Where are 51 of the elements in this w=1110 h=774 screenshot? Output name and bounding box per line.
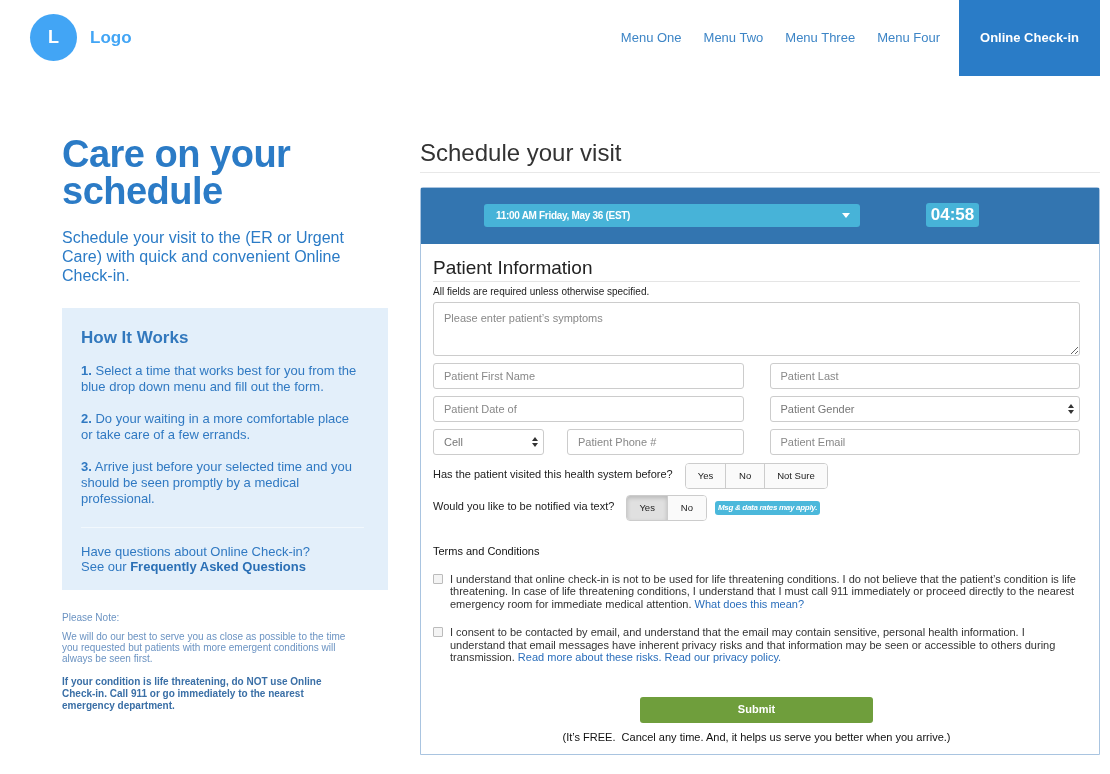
terms-link[interactable]: Read more about these risks.: [517, 651, 662, 663]
input-field[interactable]: Patient Phone #: [567, 429, 744, 455]
checkbox[interactable]: [433, 627, 443, 637]
checkbox[interactable]: [433, 573, 443, 584]
question-label: Has the patient visited this health system before?: [433, 467, 673, 483]
input-field[interactable]: Patient Date of: [433, 396, 744, 422]
rates-notice: Msg & data rates may apply.: [714, 501, 821, 515]
sort-arrows-icon: [532, 437, 538, 447]
footnote-text: (It’s FREE. Cancel any time. And, it helps us serve you better when you arrive.): [561, 729, 952, 745]
sort-arrows-icon: [1068, 404, 1074, 414]
brand-initial[interactable]: L: [30, 14, 77, 61]
faq-text: Have questions about Online Check-in? See our Frequently Asked Questions: [81, 543, 312, 574]
terms-text: I understand that online check-in is not to be used for life threatening conditions. I do not believe that the patient’s condition is life threatening. In case of life threatening conditions, I understand that I must call 911 immediately or proceed directly to the nearest emergency room for immediate medical attention. What does this mean?: [450, 572, 1077, 610]
required-note: All fields are required unless otherwise specified.: [433, 286, 651, 298]
countdown-timer: 04:58: [926, 203, 979, 227]
symptoms-field[interactable]: Please enter patient’s symptoms: [433, 302, 1080, 356]
nav-link[interactable]: Online Check-in: [959, 0, 1100, 76]
section-heading: Patient Information: [433, 257, 594, 279]
nav-link[interactable]: Menu One: [609, 25, 693, 51]
input-field[interactable]: Patient Email: [769, 429, 1080, 455]
terms-link[interactable]: Read our privacy policy.: [664, 651, 782, 663]
caret-icon: [842, 212, 850, 218]
panel-heading: How It Works: [81, 327, 190, 349]
option-button[interactable]: Yes: [685, 464, 726, 488]
note-label: Please Note:: [62, 611, 121, 623]
select-field[interactable]: Patient Gender: [769, 396, 1080, 422]
submit-button[interactable]: Submit: [640, 696, 873, 723]
nav-link[interactable]: Menu Three: [774, 25, 867, 51]
terms-text: I consent to be contacted by email, and understand that the email may contain sensitive, personal health information. I understand that email messages have inherent privacy risks and that information may be seen or accessible to others during transmission. Read more about these risks. Read our privacy policy.: [450, 626, 1057, 664]
terms-link[interactable]: What does this mean?: [694, 597, 804, 610]
logo-text[interactable]: Logo: [90, 24, 132, 51]
select-field[interactable]: Cell: [433, 429, 544, 455]
step-text: 2. Do your waiting in a more comfortable place or take care of a few errands.: [81, 410, 351, 443]
nav-link[interactable]: Menu Two: [692, 25, 775, 51]
step-text: 3. Arrive just before your selected time and you should be seen promptly by a medical professional.: [81, 458, 353, 507]
option-button[interactable]: Not Sure: [764, 464, 827, 488]
warning-text: If your condition is life threatening, do NOT use Online Check-in. Call 911 or go immediately to the nearest emergency department.: [62, 675, 323, 712]
nav-link[interactable]: Menu Four: [866, 25, 952, 51]
option-button[interactable]: No: [666, 496, 706, 520]
faq-link[interactable]: Frequently Asked Questions: [130, 558, 306, 574]
page-heading: Care on your schedule: [62, 136, 292, 210]
option-button[interactable]: No: [725, 464, 765, 488]
intro-text: Schedule your visit to the (ER or Urgent Care) with quick and convenient Online Check-in.: [62, 228, 345, 285]
option-button[interactable]: Yes: [627, 496, 667, 520]
input-field[interactable]: Patient First Name: [433, 363, 744, 389]
step-text: 1. Select a time that works best for you from the blue drop down menu and fill out the form.: [81, 362, 358, 395]
form-heading: Schedule your visit: [420, 139, 623, 167]
terms-heading: Terms and Conditions: [433, 544, 541, 559]
note-text: We will do our best to serve you as close as possible to the time you requested but patients with more emergent conditions will always be seen first.: [62, 630, 347, 664]
question-label: Would you like to be notified via text?: [433, 499, 615, 515]
input-field[interactable]: Patient Last: [769, 363, 1080, 389]
